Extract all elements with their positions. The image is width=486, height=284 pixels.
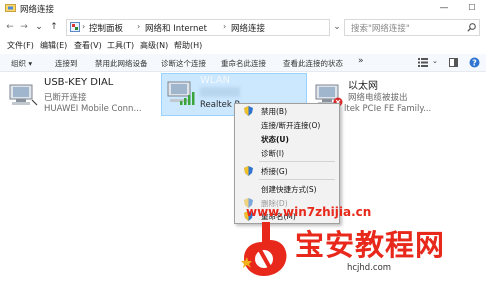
search-box[interactable]: 搜索"网络连接" [344, 19, 480, 36]
breadcrumb-separator: › [82, 22, 86, 31]
shield-icon [244, 106, 253, 116]
change-view-icon[interactable] [418, 58, 428, 67]
adapter-device: HUAWEI Mobile Conn... [44, 104, 142, 114]
shield-icon [244, 166, 253, 176]
disable-device-button[interactable]: 禁用此网络设备 [95, 58, 148, 69]
window-title: 网络连接 [20, 5, 55, 15]
menu-view[interactable]: 查看(V) [74, 40, 102, 51]
menu-item-status[interactable]: 状态(U) [261, 134, 289, 145]
menu-separator [259, 179, 335, 180]
breadcrumb-separator: › [137, 22, 141, 31]
up-button[interactable]: ↑ [48, 20, 60, 34]
address-bar[interactable]: › 控制面板 › 网络和 Internet › 网络连接 [66, 19, 330, 36]
network-adapter-icon [9, 84, 38, 106]
menu-item-diagnose[interactable]: 诊断(I) [261, 148, 284, 159]
adapter-device: ltek PCIe FE Family... [344, 104, 432, 114]
rename-button[interactable]: 重命名此连接 [221, 58, 266, 69]
view-status-button[interactable]: 查看此连接的状态 [283, 58, 343, 69]
breadcrumb-network-internet[interactable]: 网络和 Internet [145, 22, 207, 34]
back-button[interactable]: ← [4, 20, 16, 34]
control-panel-icon [70, 22, 80, 32]
menu-item-bridge[interactable]: 桥接(G) [261, 166, 288, 177]
blurred-ssid [200, 87, 240, 97]
menu-separator [259, 161, 335, 162]
adapter-name: WLAN [200, 75, 231, 86]
menu-tools[interactable]: 工具(T) [107, 40, 134, 51]
address-dropdown[interactable]: ⌄ [331, 20, 343, 34]
menu-help[interactable]: 帮助(H) [174, 40, 202, 51]
help-icon[interactable]: ? [469, 57, 480, 68]
command-bar: 组织 ▾ 连接到 禁用此网络设备 诊断这个连接 重命名此连接 查看此连接的状态 … [0, 54, 486, 72]
adapter-usb-key-dial[interactable]: USB-KEY DIAL 已断开连接 HUAWEI Mobile Conn... [6, 76, 156, 116]
menu-item-create-shortcut[interactable]: 创建快捷方式(S) [261, 184, 317, 195]
network-folder-icon [5, 4, 16, 12]
breadcrumb-control-panel[interactable]: 控制面板 [89, 22, 123, 34]
view-options-dropdown[interactable]: ⌄ [432, 57, 438, 65]
address-row: ← → ⌄ ↑ › 控制面板 › 网络和 Internet › 网络连接 ⌄ 搜… [0, 17, 486, 37]
menu-advanced[interactable]: 高级(N) [140, 40, 168, 51]
connect-to-button[interactable]: 连接到 [55, 58, 78, 69]
search-input[interactable]: 搜索"网络连接" [351, 22, 410, 34]
minimize-button[interactable]: — [430, 0, 458, 16]
menu-bar: 文件(F) 编辑(E) 查看(V) 工具(T) 高级(N) 帮助(H) [0, 38, 486, 53]
title-bar: 网络连接 — ☐ [0, 0, 486, 16]
search-icon[interactable] [467, 23, 476, 32]
watermark-domain: hcjhd.com [347, 263, 392, 273]
wireless-adapter-icon [167, 81, 195, 105]
diagnose-button[interactable]: 诊断这个连接 [161, 58, 206, 69]
organize-button[interactable]: 组织 ▾ [11, 58, 32, 69]
watermark-logo [241, 222, 287, 276]
adapter-name: USB-KEY DIAL [44, 77, 114, 88]
adapter-name: 以太网 [348, 81, 378, 92]
adapter-status: 已断开连接 [44, 93, 87, 103]
svg-text:?: ? [472, 59, 477, 68]
menu-edit[interactable]: 编辑(E) [40, 40, 67, 51]
breadcrumb-separator: › [223, 22, 227, 31]
recent-locations-dropdown[interactable]: ⌄ [33, 20, 45, 34]
watermark-brand: 宝安教程网 [295, 228, 446, 262]
watermark-url: www.win7zhijia.cn [246, 205, 372, 219]
menu-file[interactable]: 文件(F) [7, 40, 34, 51]
preview-pane-icon[interactable] [449, 58, 458, 67]
maximize-button[interactable]: ☐ [458, 0, 486, 16]
more-commands-button[interactable]: » [358, 56, 364, 66]
menu-item-connect-disconnect[interactable]: 连接/断开连接(O) [261, 120, 320, 131]
adapter-status: 网络电缆被拔出 [348, 93, 408, 103]
menu-item-disable[interactable]: 禁用(B) [261, 106, 287, 117]
forward-button[interactable]: → [18, 20, 30, 34]
breadcrumb-network-connections[interactable]: 网络连接 [231, 22, 265, 34]
